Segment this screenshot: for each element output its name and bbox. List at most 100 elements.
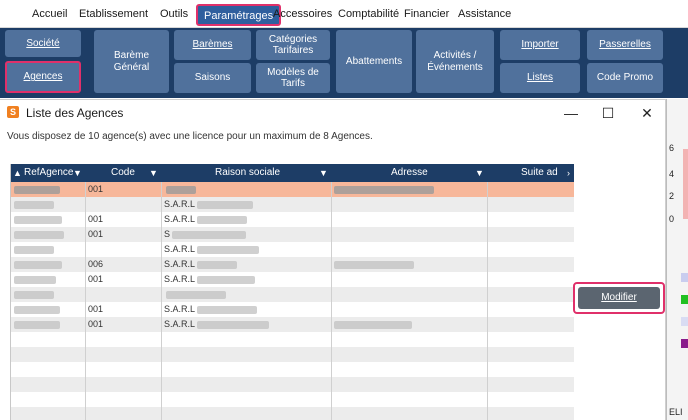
redacted-text — [166, 290, 226, 299]
cell-raison-sociale: S.A.R.L — [164, 272, 329, 287]
legend-swatch — [681, 317, 688, 326]
filter-icon[interactable]: ▼ — [149, 164, 158, 182]
activites-line1: Activités / — [433, 50, 477, 61]
categories-tarifaires-button[interactable]: Catégories Tarifaires — [256, 30, 330, 60]
minimize-icon[interactable]: — — [560, 103, 582, 123]
cell-code: 006 — [88, 259, 104, 269]
col-adresse-label: Adresse — [391, 167, 428, 178]
modifier-button[interactable]: Modifier — [578, 287, 660, 309]
raison-prefix: S.A.R.L — [164, 304, 196, 314]
sort-asc-icon[interactable]: ▲ — [13, 164, 22, 182]
menu-comptabilite[interactable]: Comptabilité — [338, 8, 399, 20]
cell-refagence — [14, 182, 82, 197]
table-row[interactable]: S.A.R.L — [11, 242, 574, 257]
col-adresse[interactable]: Adresse ▼ — [331, 164, 487, 182]
table-row[interactable]: 001 — [11, 182, 574, 197]
cell-raison-sociale: S.A.R.L — [164, 197, 329, 212]
societe-button[interactable]: Société — [5, 30, 81, 57]
maximize-icon[interactable]: ☐ — [597, 103, 619, 123]
cell-raison-sociale: S.A.R.L — [164, 242, 329, 257]
filter-icon[interactable]: ▼ — [475, 164, 484, 182]
menu-accueil[interactable]: Accueil — [32, 8, 67, 20]
code-promo-button[interactable]: Code Promo — [587, 63, 663, 93]
table-row[interactable] — [11, 392, 574, 407]
table-row[interactable] — [11, 407, 574, 420]
abattements-label: Abattements — [345, 55, 403, 67]
cell-refagence — [14, 302, 82, 317]
cell-adresse — [334, 257, 484, 272]
agences-button[interactable]: Agences — [5, 61, 81, 93]
cell-refagence — [14, 197, 82, 212]
cell-adresse — [334, 182, 484, 197]
table-row[interactable]: 001 S — [11, 227, 574, 242]
menu-accessoires[interactable]: Accessoires — [273, 8, 332, 20]
baremes-label: Barèmes — [192, 39, 233, 51]
raison-prefix: S.A.R.L — [164, 244, 196, 254]
table-row[interactable] — [11, 362, 574, 377]
modifier-label: Modifier — [601, 292, 637, 303]
table-row[interactable]: 001 S.A.R.L — [11, 272, 574, 287]
saisons-button[interactable]: Saisons — [174, 63, 251, 93]
table-row[interactable] — [11, 377, 574, 392]
redacted-text — [334, 320, 412, 329]
col-suite-adresse[interactable]: Suite ad › — [487, 164, 574, 182]
baremes-button[interactable]: Barèmes — [174, 30, 251, 60]
table-row[interactable]: 001 S.A.R.L — [11, 317, 574, 332]
legend-swatch — [681, 273, 688, 282]
cell-refagence — [14, 272, 82, 287]
cell-code: 001 — [88, 229, 104, 239]
col-suite-label: Suite ad — [521, 167, 558, 178]
table-row[interactable]: 006 S.A.R.L — [11, 257, 574, 272]
table-row[interactable]: S.A.R.L — [11, 197, 574, 212]
dialog-titlebar[interactable]: S Liste des Agences — ☐ ✕ — [0, 100, 666, 126]
modeles-line1: Modèles de — [267, 66, 319, 78]
table-row[interactable] — [11, 332, 574, 347]
listes-button[interactable]: Listes — [500, 63, 580, 93]
cell-code: 001 — [88, 319, 104, 329]
close-icon[interactable]: ✕ — [636, 103, 658, 123]
table-row[interactable] — [11, 287, 574, 302]
menu-outils[interactable]: Outils — [160, 8, 188, 20]
cell-raison-sociale: S — [164, 227, 329, 242]
listes-label: Listes — [526, 72, 554, 84]
menu-assistance[interactable]: Assistance — [458, 8, 511, 20]
grid-header: ▲ RefAgence ▼ Code ▼ Raison sociale ▼ Ad… — [11, 164, 574, 182]
activites-evenements-button[interactable]: Activités / Événements — [416, 30, 494, 93]
column-divider — [487, 182, 488, 420]
modeles-tarifs-button[interactable]: Modèles de Tarifs — [256, 63, 330, 93]
raison-prefix: S.A.R.L — [164, 214, 196, 224]
redacted-text — [14, 290, 54, 299]
importer-button[interactable]: Importer — [500, 30, 580, 60]
legend-swatch — [681, 295, 688, 304]
redacted-text — [334, 185, 434, 194]
redacted-text — [197, 245, 260, 254]
agences-grid: ▲ RefAgence ▼ Code ▼ Raison sociale ▼ Ad… — [10, 164, 574, 420]
menu-financier[interactable]: Financier — [404, 8, 449, 20]
filter-icon[interactable]: ▼ — [319, 164, 328, 182]
scroll-right-icon[interactable]: › — [567, 164, 570, 182]
redacted-text — [14, 200, 54, 209]
cell-code: 001 — [88, 304, 104, 314]
col-code[interactable]: Code ▼ — [85, 164, 161, 182]
table-row[interactable] — [11, 347, 574, 362]
agences-dialog: S Liste des Agences — ☐ ✕ Vous disposez … — [0, 99, 666, 420]
passerelles-button[interactable]: Passerelles — [587, 30, 663, 60]
legend-swatch — [681, 339, 688, 348]
col-raison-sociale[interactable]: Raison sociale ▼ — [161, 164, 331, 182]
col-refagence[interactable]: ▲ RefAgence ▼ — [11, 164, 85, 182]
menu-parametrages[interactable]: Paramétrages — [196, 4, 282, 26]
filter-icon[interactable]: ▼ — [73, 164, 82, 182]
ribbon-toolbar: Société Agences Barème Général Barèmes S… — [0, 28, 688, 98]
abattements-button[interactable]: Abattements — [336, 30, 412, 93]
cell-refagence — [14, 242, 82, 257]
cell-raison-sociale: S.A.R.L — [164, 302, 329, 317]
bareme-general-line1: Barème — [113, 50, 149, 61]
redacted-text — [197, 305, 258, 314]
table-row[interactable]: 001 S.A.R.L — [11, 212, 574, 227]
table-row[interactable]: 001 S.A.R.L — [11, 302, 574, 317]
raison-prefix: S.A.R.L — [164, 319, 196, 329]
background-panel: 6 4 2 0 ELI — [666, 99, 688, 420]
redacted-text — [166, 185, 196, 194]
bareme-general-button[interactable]: Barème Général — [94, 30, 169, 93]
menu-etablissement[interactable]: Etablissement — [79, 8, 148, 20]
